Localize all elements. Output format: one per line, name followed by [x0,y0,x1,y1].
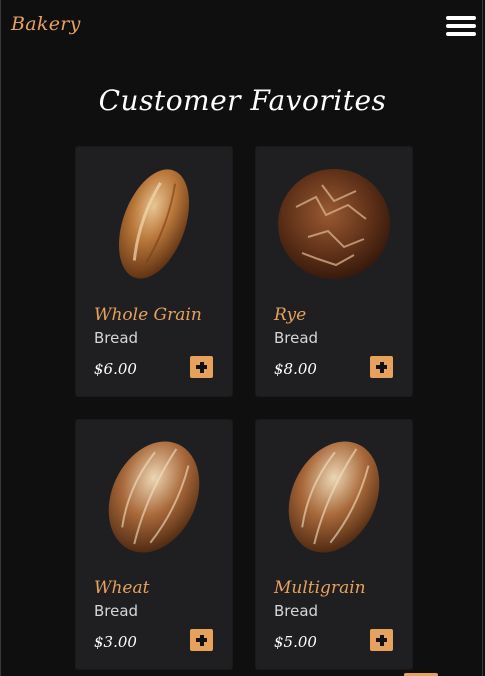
product-price: $6.00 [94,360,137,378]
product-price: $8.00 [274,360,317,378]
product-card[interactable]: Multigrain Bread $5.00 [256,420,412,669]
brand-logo[interactable]: Bakery [11,13,81,35]
menu-bar-line [446,32,476,36]
product-category: Bread [274,602,319,620]
product-name[interactable]: Whole Grain [94,305,202,325]
product-image[interactable] [76,420,232,570]
add-to-cart-button[interactable] [190,356,213,378]
product-card[interactable]: Whole Grain Bread $6.00 [76,147,232,396]
top-navbar: Bakery [0,0,485,56]
hamburger-menu-icon[interactable] [446,14,476,38]
product-card[interactable]: Rye Bread $8.00 [256,147,412,396]
product-name[interactable]: Rye [274,305,306,325]
add-to-cart-button[interactable] [190,629,213,651]
add-to-cart-button[interactable] [370,356,393,378]
product-category: Bread [94,602,139,620]
product-image[interactable] [76,147,232,297]
product-card[interactable]: Wheat Bread $3.00 [76,420,232,669]
product-image[interactable] [256,147,412,297]
product-category: Bread [94,329,139,347]
menu-bar-line [446,16,476,20]
product-name[interactable]: Multigrain [274,578,366,598]
menu-bar-line [446,24,476,28]
product-price: $3.00 [94,633,137,651]
product-image[interactable] [256,420,412,570]
product-price: $5.00 [274,633,317,651]
add-to-cart-button[interactable] [370,629,393,651]
section-title: Customer Favorites [98,84,387,117]
product-name[interactable]: Wheat [94,578,149,598]
product-category: Bread [274,329,319,347]
